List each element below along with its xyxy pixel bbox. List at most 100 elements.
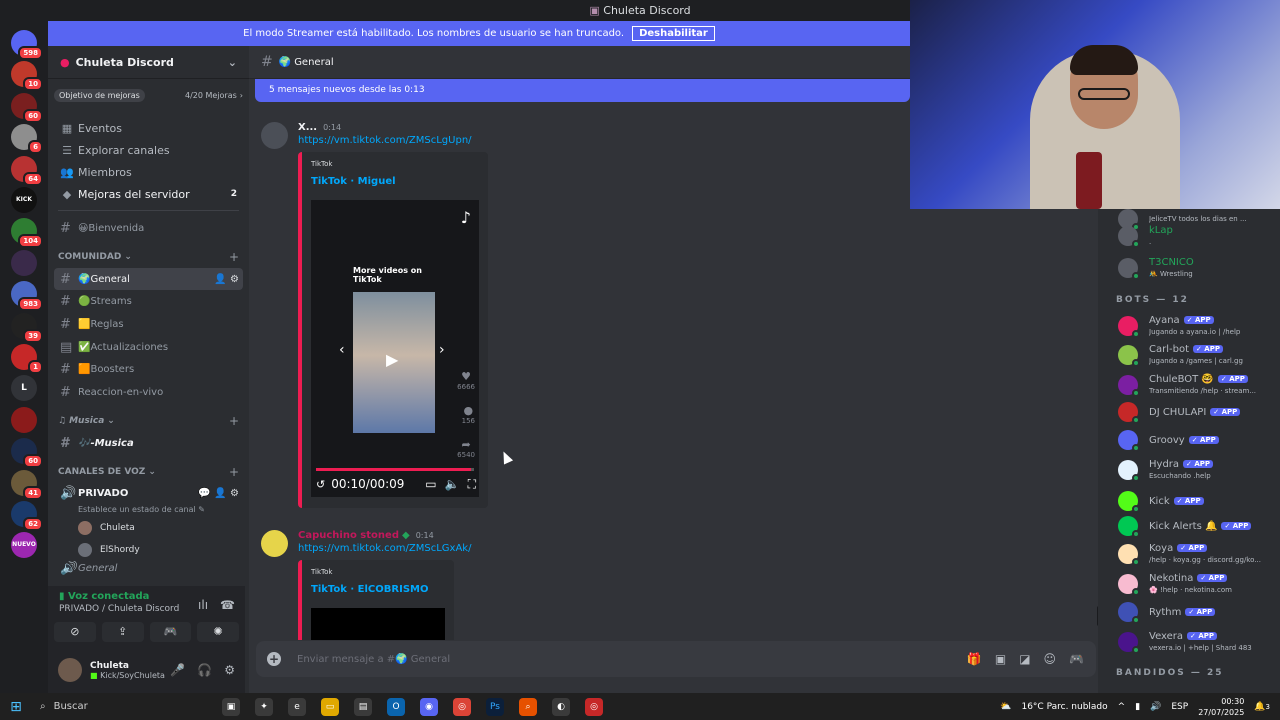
avatar[interactable] — [261, 530, 288, 557]
message-composer[interactable]: + Enviar mensaje a #🌍 General 🎁 ▣ ◪ ☺ 🎮 — [256, 641, 1096, 677]
server-icon[interactable]: 598 — [11, 30, 43, 60]
server-icon[interactable]: 64 — [11, 155, 43, 186]
channel-welcome[interactable]: # 😀Bienvenida — [54, 217, 243, 240]
photoshop-icon[interactable]: Ps — [486, 697, 504, 716]
sidebar-item-members[interactable]: 👥 Miembros — [48, 161, 249, 183]
voice-user[interactable]: ElShordy — [48, 539, 249, 561]
server-icon[interactable]: 62 — [11, 501, 43, 531]
channel-streams[interactable]: # 🟢 Streams — [54, 290, 243, 313]
embed-title[interactable]: TikTok · ElCOBRISMO — [311, 584, 428, 595]
sidebar-item-browse-channels[interactable]: ☰ Explorar canales — [48, 139, 249, 161]
obs-icon[interactable]: ◐ — [552, 697, 570, 716]
member-item[interactable]: kLap. — [1118, 225, 1280, 248]
member-bot[interactable]: Kick Alerts 🔔 ✓ APP — [1118, 516, 1280, 538]
message-link[interactable]: https://vm.tiktok.com/ZMScLGxAk/ — [298, 543, 471, 554]
microphone-icon[interactable]: 🎤 — [170, 663, 185, 677]
member-bot[interactable]: Vexera ✓ APP vexera.io | +help | Shard 483 — [1118, 630, 1280, 654]
screen-share-button[interactable]: ⇪ — [101, 622, 144, 642]
video-progress-bar[interactable] — [316, 468, 474, 471]
video-player[interactable]: ♪ More videos on TikTok ▶ ‹ › ♥ 6666 ● 156… — [311, 200, 479, 497]
sidebar-item-server-boosts[interactable]: ◆ Mejoras del servidor 2 — [48, 183, 249, 205]
sticker-icon[interactable]: ◪ — [1019, 652, 1030, 666]
fullscreen-icon[interactable]: ⛶ — [468, 477, 476, 492]
camera-off-button[interactable]: ⊘ — [54, 622, 96, 642]
weather-text[interactable]: 16°C Parc. nublado — [1021, 702, 1107, 712]
server-icon[interactable]: NUEVO — [11, 532, 37, 559]
category-music[interactable]: ♫ Musica ⌄ + — [48, 410, 249, 432]
gear-icon[interactable]: ⚙ — [224, 663, 235, 677]
video-player[interactable] — [311, 608, 445, 640]
member-bot[interactable]: DJ CHULAPI ✓ APP — [1118, 402, 1280, 424]
category-voice[interactable]: CANALES DE VOZ ⌄ + — [48, 461, 249, 483]
server-icon[interactable]: L — [11, 375, 37, 402]
channel-updates[interactable]: ▤ ✅ Actualizaciones — [54, 336, 243, 359]
voice-user[interactable]: Chuleta — [48, 517, 249, 539]
add-channel-icon[interactable]: + — [229, 465, 239, 479]
emoji-icon[interactable]: ☺ — [1044, 652, 1057, 666]
server-icon[interactable]: 41 — [11, 469, 43, 500]
channel-music[interactable]: # 🎶-Musica — [54, 432, 243, 455]
volume-icon[interactable]: 🔈 — [445, 477, 460, 492]
boost-goal[interactable]: Objetivo de mejoras 4/20 Mejoras › — [54, 87, 243, 103]
server-icon[interactable] — [11, 249, 37, 276]
store-icon[interactable]: ▤ — [354, 697, 372, 716]
server-icon[interactable]: KICK — [11, 187, 37, 213]
file-explorer-icon[interactable]: ▭ — [321, 697, 339, 716]
avatar[interactable] — [261, 122, 288, 149]
taskbar-search[interactable]: ⌕ Buscar — [32, 693, 212, 720]
server-icon[interactable]: 104 — [11, 218, 43, 249]
avatar[interactable] — [58, 658, 82, 682]
voice-channel-private[interactable]: 🔊 PRIVADO 💬 👤 ⚙ — [54, 483, 243, 506]
disable-streamer-mode-button[interactable]: Deshabilitar — [632, 26, 715, 41]
activities-icon[interactable]: 🎮 — [1069, 652, 1084, 666]
windows-start-icon[interactable]: ⊞ — [0, 699, 32, 715]
voice-channel-general[interactable]: 🔊 General — [54, 561, 243, 575]
gear-icon[interactable]: ⚙ — [230, 488, 239, 499]
member-item[interactable]: T3CNICO 🤼 Wrestling — [1118, 257, 1280, 280]
member-bot[interactable]: ChuleBOT 🤓 ✓ APP Transmitiendo /help · str… — [1118, 373, 1280, 397]
add-attachment-icon[interactable]: + — [267, 652, 281, 666]
category-community[interactable]: COMUNIDAD ⌄ + — [48, 246, 249, 268]
play-icon[interactable]: ▶ — [386, 350, 398, 369]
gif-icon[interactable]: ▣ — [995, 652, 1006, 666]
chat-icon[interactable]: 💬 — [198, 488, 210, 499]
voice-channel-status[interactable]: Establece un estado de canal ✎ — [48, 505, 249, 517]
server-icon[interactable]: 39 — [11, 312, 43, 343]
disconnect-icon[interactable]: ☎ — [220, 598, 235, 612]
invite-icon[interactable]: 👤 — [214, 488, 226, 499]
soundboard-button[interactable]: ✺ — [197, 622, 239, 642]
copilot-icon[interactable]: ✦ — [255, 697, 273, 716]
headphones-icon[interactable]: 🎧 — [197, 663, 212, 677]
network-icon[interactable]: ▮ — [1135, 702, 1140, 712]
chrome-alt-icon[interactable]: ◎ — [585, 697, 603, 716]
server-icon[interactable]: 60 — [11, 92, 43, 123]
author-name[interactable]: X... — [298, 122, 317, 133]
chevron-left-icon[interactable]: ‹ — [339, 342, 345, 358]
member-bot[interactable]: Carl-bot ✓ APP Jugando a /games | carl.gg — [1118, 343, 1280, 367]
server-icon[interactable]: 1 — [11, 344, 43, 374]
server-icon[interactable]: 10 — [11, 61, 43, 92]
server-icon[interactable]: 983 — [11, 281, 43, 312]
member-bot[interactable]: Hydra ✓ APP Escuchando .help — [1118, 458, 1280, 482]
channel-rules[interactable]: # 🟨 Reglas — [54, 313, 243, 336]
noise-suppression-icon[interactable]: ılı — [198, 598, 208, 612]
member-bot[interactable]: Rythm ✓ APP — [1118, 602, 1280, 624]
chrome-icon[interactable]: ◎ — [453, 697, 471, 716]
new-messages-bar[interactable]: 5 mensajes nuevos desde las 0:13 — [255, 79, 910, 102]
member-bot[interactable]: Ayana ✓ APP Jugando a ayana.io | /help — [1118, 314, 1280, 338]
add-channel-icon[interactable]: + — [229, 250, 239, 264]
server-icon[interactable]: 60 — [11, 438, 43, 469]
server-header[interactable]: ● Chuleta Discord ⌄ — [48, 46, 249, 79]
member-bot[interactable]: Groovy ✓ APP — [1118, 430, 1280, 452]
discord-taskbar-icon[interactable]: ◉ — [420, 697, 438, 716]
add-channel-icon[interactable]: + — [229, 414, 239, 428]
input-language[interactable]: ESP — [1171, 702, 1188, 712]
search-app-icon[interactable]: ⌕ — [519, 697, 537, 716]
server-icon[interactable] — [11, 406, 37, 433]
gear-icon[interactable]: ⚙ — [230, 274, 239, 285]
sidebar-item-events[interactable]: ▦ Eventos — [48, 117, 249, 139]
invite-icon[interactable]: 👤 — [214, 274, 226, 285]
task-view-icon[interactable]: ▣ — [222, 697, 240, 716]
tray-chevron-icon[interactable]: ^ — [1118, 702, 1126, 712]
gift-icon[interactable]: 🎁 — [967, 652, 982, 666]
